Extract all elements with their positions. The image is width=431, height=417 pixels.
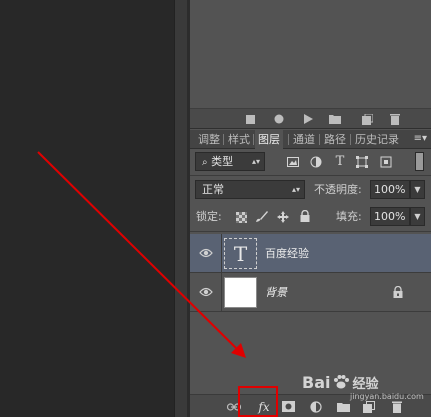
text-layer-thumbnail: T <box>224 238 257 269</box>
fill-label: 填充: <box>336 210 362 223</box>
stop-icon[interactable] <box>243 112 257 126</box>
eye-icon[interactable] <box>199 286 213 298</box>
lock-brush-icon[interactable] <box>254 210 268 224</box>
lock-all-icon[interactable] <box>298 209 312 223</box>
tab-history[interactable]: 历史记录 <box>353 130 401 149</box>
updown-arrow-icon: ▴▾ <box>251 157 260 166</box>
play-icon[interactable] <box>301 112 315 126</box>
new-layer-icon[interactable] <box>362 399 376 414</box>
filter-pixel-icon[interactable] <box>286 155 300 169</box>
opacity-input[interactable]: 100% <box>370 180 410 199</box>
actions-panel <box>190 0 431 109</box>
filter-type-icon[interactable]: T <box>333 154 347 169</box>
panel-tabs: 调整 样式 图层 通道 路径 历史记录 ≡▾ <box>190 130 431 149</box>
opacity-dropdown-icon[interactable]: ▼ <box>410 180 425 199</box>
blend-mode-value: 正常 <box>202 183 224 196</box>
watermark-brand: Bai <box>302 372 331 392</box>
fill-dropdown-icon[interactable]: ▼ <box>410 207 425 226</box>
adjustment-layer-icon[interactable] <box>309 399 323 414</box>
tab-adjustments[interactable]: 调整 <box>196 130 222 149</box>
filter-shape-icon[interactable] <box>355 155 369 169</box>
blend-mode-select[interactable]: 正常 ▴▾ <box>195 180 305 199</box>
new-action-icon[interactable] <box>360 112 374 126</box>
opacity-label: 不透明度: <box>314 183 362 196</box>
background-layer-thumbnail <box>224 277 257 308</box>
layer-name[interactable]: 百度经验 <box>265 234 309 273</box>
filter-toggle-switch[interactable] <box>415 152 424 171</box>
photoshop-window: 调整 样式 图层 通道 路径 历史记录 ≡▾ ⌕ 类型 ▴▾ T 正常 ▴▾ 不… <box>0 0 431 417</box>
lock-move-icon[interactable] <box>276 210 290 224</box>
fill-input[interactable]: 100% <box>370 207 410 226</box>
layer-row-text[interactable]: T 百度经验 <box>190 234 431 273</box>
add-mask-icon[interactable] <box>281 399 295 414</box>
layer-row-background[interactable]: 背景 <box>190 273 431 312</box>
fx-highlight-box <box>238 386 278 417</box>
right-panel: 调整 样式 图层 通道 路径 历史记录 ≡▾ ⌕ 类型 ▴▾ T 正常 ▴▾ 不… <box>190 0 431 417</box>
watermark-url: jingyan.baidu.com <box>350 392 424 401</box>
lock-transparent-icon[interactable] <box>234 210 248 224</box>
document-canvas[interactable] <box>0 0 174 417</box>
filter-kind-select[interactable]: ⌕ 类型 ▴▾ <box>195 152 265 171</box>
panel-dock-edge <box>174 0 187 417</box>
search-icon: ⌕ <box>202 157 208 168</box>
filter-smartobject-icon[interactable] <box>379 155 393 169</box>
filter-kind-label: 类型 <box>211 155 234 168</box>
tab-channels[interactable]: 通道 <box>291 130 317 149</box>
new-group-icon[interactable] <box>336 399 350 414</box>
updown-arrow-icon: ▴▾ <box>291 185 300 194</box>
tab-styles[interactable]: 样式 <box>226 130 252 149</box>
record-icon[interactable] <box>272 112 286 126</box>
actions-toolbar <box>190 109 431 129</box>
baidu-watermark: Bai 经验 <box>302 370 379 394</box>
layer-name[interactable]: 背景 <box>265 273 287 312</box>
panel-menu-icon[interactable]: ≡▾ <box>414 133 427 144</box>
tab-paths[interactable]: 路径 <box>322 130 348 149</box>
folder-icon[interactable] <box>328 112 342 126</box>
watermark-sub: 经验 <box>352 376 379 392</box>
layers-list: T 百度经验 背景 <box>190 232 431 392</box>
paw-icon <box>334 375 350 389</box>
lock-icon <box>393 286 403 298</box>
lock-label: 锁定: <box>196 210 222 223</box>
trash-icon[interactable] <box>388 112 402 126</box>
tab-layers[interactable]: 图层 <box>255 130 283 149</box>
eye-icon[interactable] <box>199 247 213 259</box>
delete-layer-icon[interactable] <box>390 399 404 414</box>
filter-adjustment-icon[interactable] <box>309 155 323 169</box>
